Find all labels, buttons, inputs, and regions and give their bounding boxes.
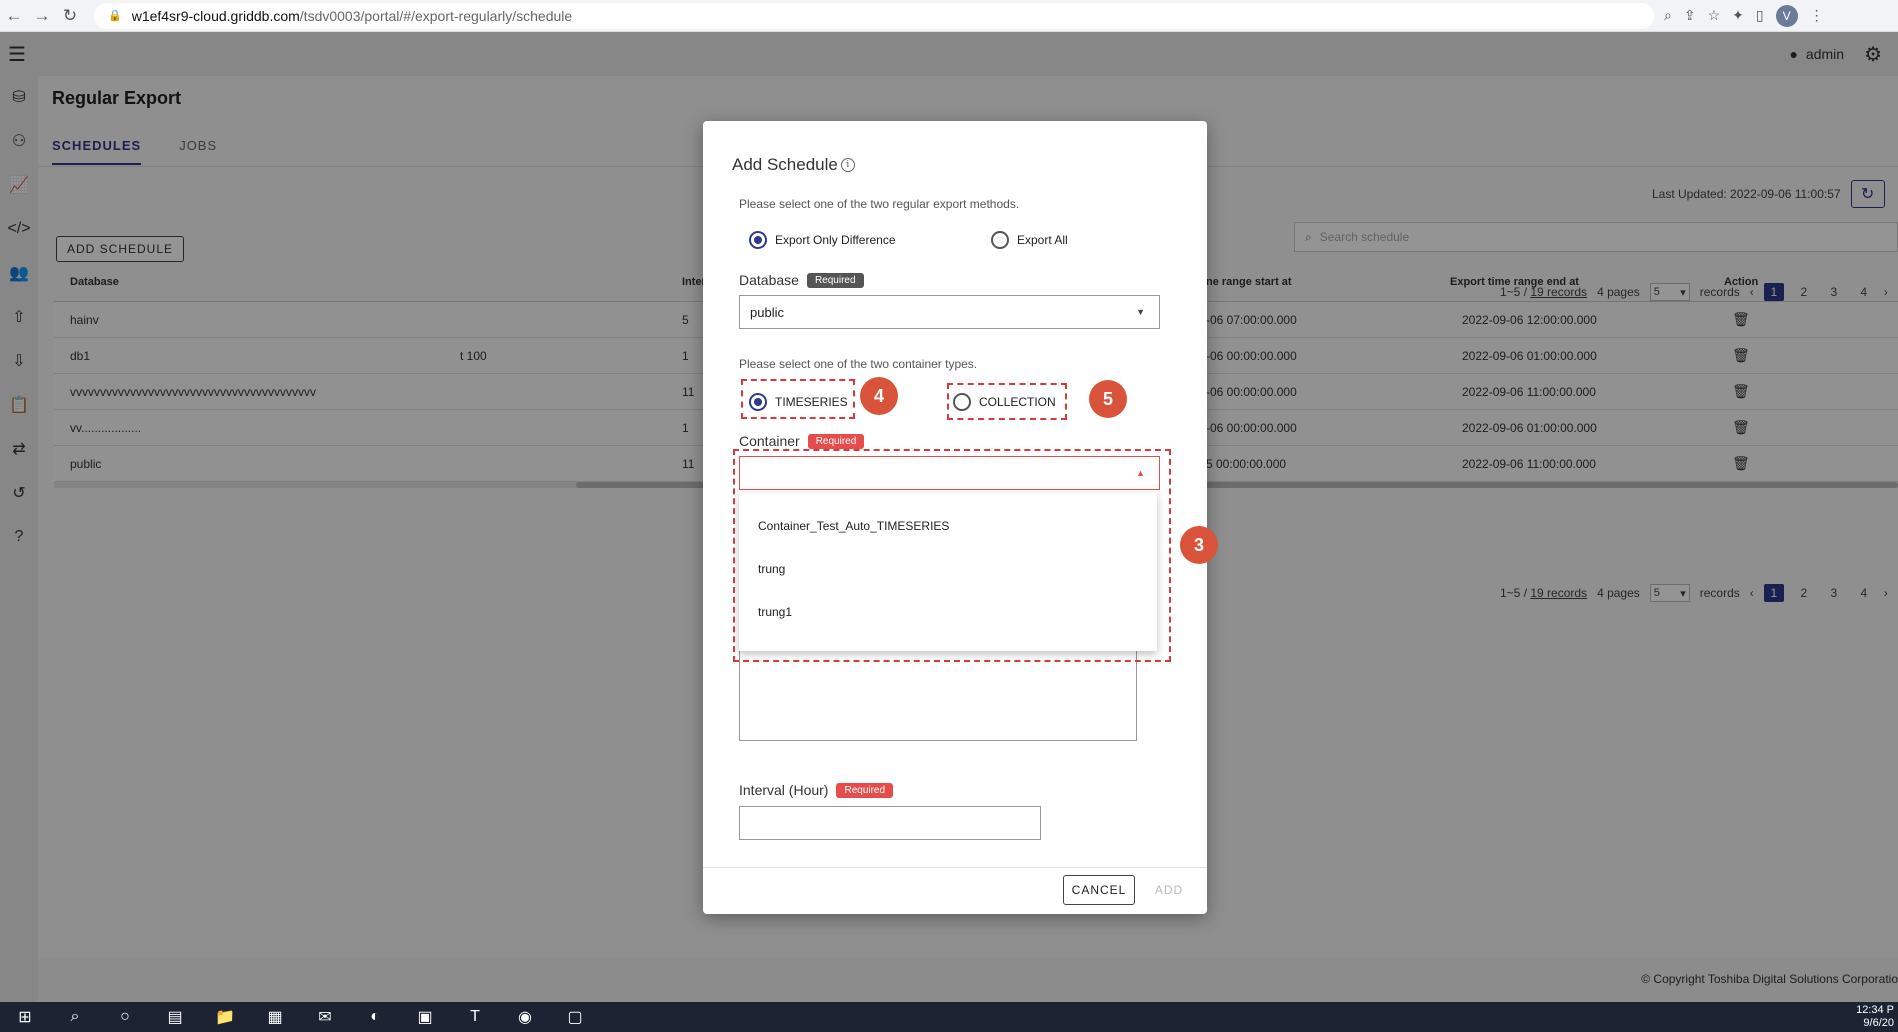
dialog-footer-divider [703, 867, 1207, 868]
cortana-icon[interactable]: ○ [100, 1002, 150, 1032]
radio-checked-icon [749, 231, 767, 249]
database-select[interactable]: public ▼ [739, 295, 1160, 329]
callout-4: 4 [860, 377, 898, 415]
interval-input[interactable] [739, 806, 1041, 840]
radio-label: Export Only Difference [775, 233, 896, 247]
windows-taskbar: ⊞ ⌕ ○ ▤ 📁 ▦ ✉ ◐ ▣ T ◉ ▢ 12:34 P 9/6/20 [0, 1002, 1898, 1032]
dialog-title: Add Schedule i [732, 155, 855, 175]
database-label: Database Required [739, 272, 864, 288]
back-icon[interactable]: ← [0, 6, 28, 26]
typora-icon[interactable]: ▢ [550, 1002, 600, 1032]
radio-export-all[interactable]: Export All [991, 231, 1068, 249]
interval-label-text: Interval (Hour) [739, 782, 829, 798]
annotation-box-4 [741, 379, 855, 419]
url-path: /tsdv0003/portal/#/export-regularly/sche… [299, 7, 573, 24]
container-label-text: Container [739, 433, 800, 449]
reload-icon[interactable]: ↻ [56, 6, 84, 26]
description-textarea[interactable] [739, 649, 1137, 741]
url-host: w1ef4sr9-cloud.griddb.com [131, 7, 300, 24]
address-bar[interactable]: 🔒 w1ef4sr9-cloud.griddb.com/tsdv0003/por… [94, 2, 1654, 29]
extension-icon[interactable]: ✦ [1732, 7, 1744, 24]
database-value: public [750, 304, 784, 320]
required-badge: Required [806, 272, 864, 288]
app-icon[interactable]: ▣ [400, 1002, 450, 1032]
cancel-button[interactable]: CANCEL [1063, 875, 1135, 905]
search-icon[interactable]: ⌕ [50, 1002, 100, 1032]
task-view-icon[interactable]: ▤ [150, 1002, 200, 1032]
share-icon[interactable]: ⇪ [1684, 7, 1696, 24]
required-badge: Required [836, 782, 894, 798]
clock[interactable]: 12:34 P 9/6/20 [1856, 1004, 1894, 1030]
file-explorer-icon[interactable]: 📁 [200, 1002, 250, 1032]
interval-label: Interval (Hour) Required [739, 782, 894, 798]
database-label-text: Database [739, 272, 799, 288]
radio-unchecked-icon [991, 231, 1009, 249]
container-label: Container Required [739, 433, 865, 449]
forward-icon[interactable]: → [28, 6, 56, 26]
clock-date: 9/6/20 [1863, 1017, 1894, 1029]
method-prompt: Please select one of the two regular exp… [739, 197, 1020, 211]
annotation-box-5 [947, 383, 1067, 420]
caret-down-icon: ▼ [1136, 307, 1145, 317]
radio-label: Export All [1017, 233, 1068, 247]
zoom-icon[interactable]: ⌕ [1664, 7, 1672, 24]
star-icon[interactable]: ☆ [1708, 7, 1721, 24]
required-badge: Required [807, 433, 865, 449]
edge-icon[interactable]: ◐ [350, 1002, 400, 1032]
teams-icon[interactable]: T [450, 1002, 500, 1032]
container-type-prompt: Please select one of the two container t… [739, 357, 978, 371]
add-button[interactable]: ADD [1149, 875, 1189, 905]
mail-icon[interactable]: ✉ [300, 1002, 350, 1032]
lock-icon: 🔒 [108, 10, 122, 22]
browser-toolbar: ← → ↻ 🔒 w1ef4sr9-cloud.griddb.com/tsdv00… [0, 0, 1898, 32]
browser-menu-icon[interactable]: ⋮ [1810, 7, 1824, 24]
windows-start-icon[interactable]: ⊞ [0, 1002, 50, 1032]
annotation-box-3 [733, 449, 1171, 662]
profile-avatar[interactable]: V [1775, 4, 1798, 27]
clock-time: 12:34 P [1856, 1004, 1894, 1016]
chrome-icon[interactable]: ◉ [500, 1002, 550, 1032]
dialog-title-text: Add Schedule [732, 155, 838, 174]
sidebar-icon[interactable]: ▯ [1756, 7, 1764, 24]
radio-export-difference[interactable]: Export Only Difference [749, 231, 896, 249]
store-icon[interactable]: ▦ [250, 1002, 300, 1032]
callout-5: 5 [1089, 380, 1127, 418]
info-icon[interactable]: i [840, 158, 855, 172]
callout-3: 3 [1180, 526, 1218, 564]
